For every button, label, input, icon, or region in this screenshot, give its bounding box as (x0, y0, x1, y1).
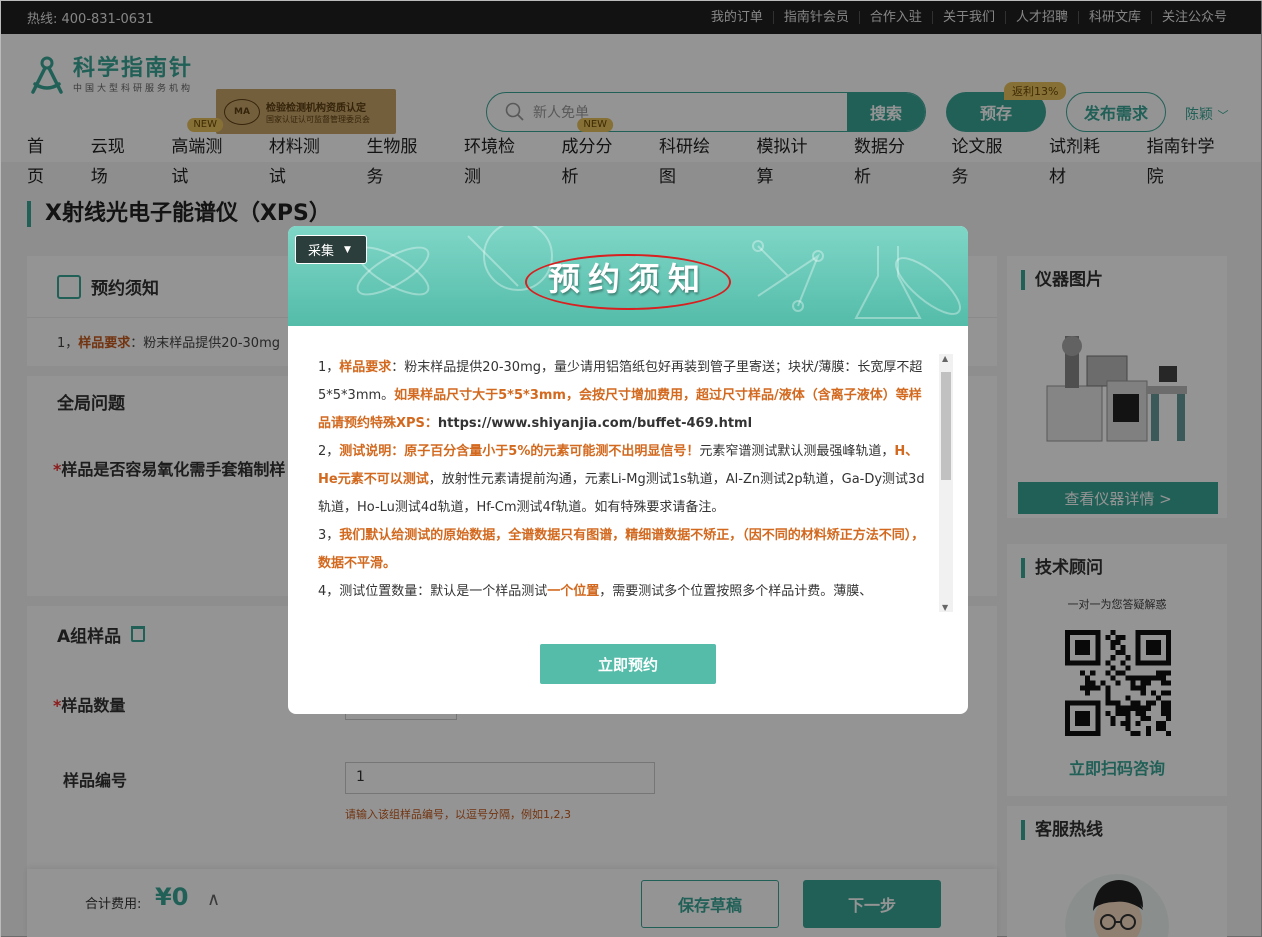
notice-item-4: 4，测试位置数量：默认是一个样品测试一个位置，需要测试多个位置按照多个样品计费。… (318, 578, 926, 606)
notice-segment: ，需要测试多个位置按照多个样品计费。薄膜、 (599, 584, 873, 599)
book-now-button[interactable]: 立即预约 (540, 644, 716, 684)
notice-item-3: 3，我们默认给测试的原始数据，全谱数据只有图谱，精细谱数据不矫正，（因不同的材料… (318, 522, 926, 578)
booking-notice-modal: 预约须知 采集 ▼ 1，样品要求：粉末样品提供20-30mg，量少请用铝箔纸包好再… (288, 226, 968, 714)
notice-segment: 测试说明：原子百分含量小于5%的元素可能测不出明显信号！ (339, 444, 700, 459)
notice-item-2: 2，测试说明：原子百分含量小于5%的元素可能测不出明显信号！元素窄谱测试默认测最… (318, 438, 926, 522)
notice-segment: 3， (318, 528, 340, 543)
notice-segment: 4，测试位置数量：默认是一个样品测试 (318, 584, 548, 599)
modal-content: 1，样品要求：粉末样品提供20-30mg，量少请用铝箔纸包好再装到管子里寄送；块… (318, 354, 926, 614)
scrollbar-thumb[interactable] (941, 372, 951, 480)
notice-segment: 我们默认给测试的原始数据，全谱数据只有图谱，精细谱数据不矫正，（因不同的材料矫正… (318, 528, 925, 571)
notice-segment: 1， (318, 360, 340, 375)
notice-item-1: 1，样品要求：粉末样品提供20-30mg，量少请用铝箔纸包好再装到管子里寄送；块… (318, 354, 926, 438)
title-highlight-circle (525, 254, 731, 310)
notice-segment: 2， (318, 444, 340, 459)
modal-header: 预约须知 采集 ▼ (288, 226, 968, 326)
notice-segment: 元素窄谱测试默认测最强峰轨道， (699, 444, 895, 459)
notice-segment: 样品要求 (339, 360, 392, 375)
notice-segment: https://www.shiyanjia.com/buffet-469.htm… (437, 416, 753, 431)
notice-segment: 一个位置 (547, 584, 600, 599)
collect-label: 采集 (308, 244, 335, 259)
caret-down-icon: ▼ (344, 244, 351, 255)
modal-scrollbar[interactable]: ▲ ▼ (939, 354, 953, 612)
scroll-up-icon[interactable]: ▲ (942, 354, 948, 363)
scroll-down-icon[interactable]: ▼ (942, 603, 948, 612)
collect-dropdown[interactable]: 采集 ▼ (295, 235, 367, 264)
